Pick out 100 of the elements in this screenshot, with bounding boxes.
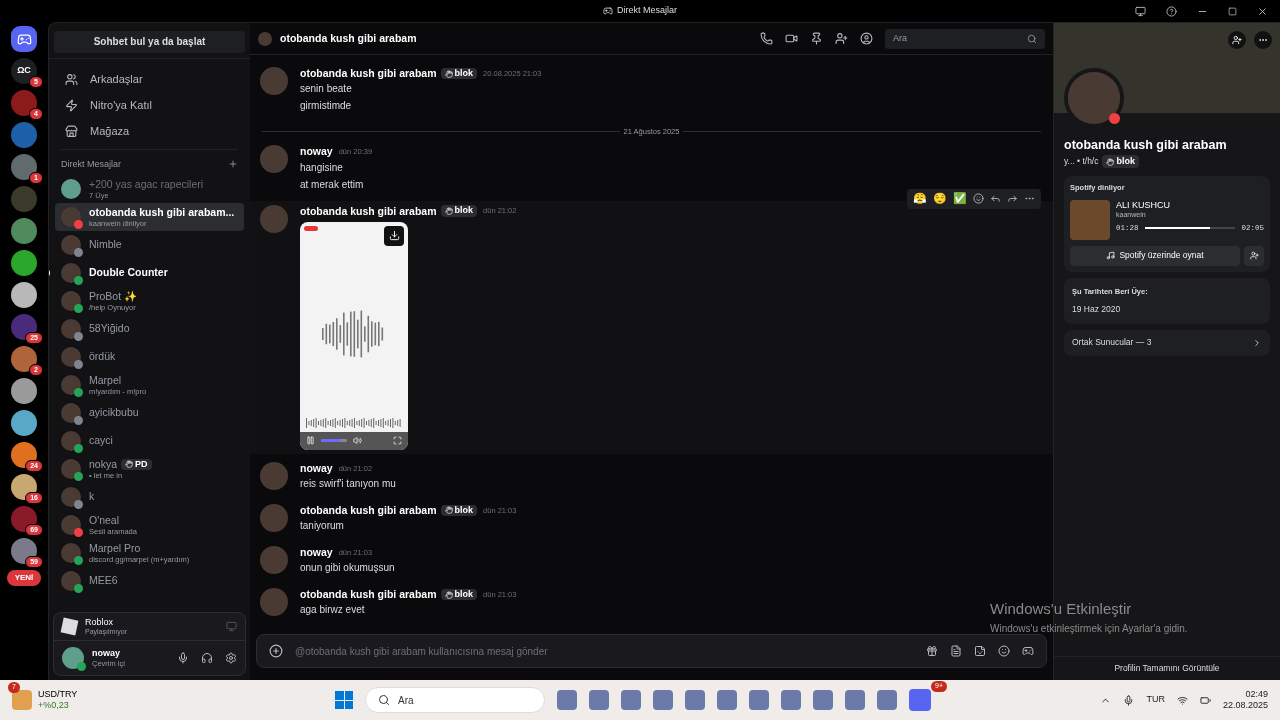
more-button[interactable] bbox=[1254, 31, 1272, 49]
gamepad-icon[interactable] bbox=[1022, 645, 1034, 657]
search-field[interactable]: Ara bbox=[885, 28, 1045, 49]
reaction-button[interactable]: 😤 bbox=[913, 190, 927, 207]
nav-item[interactable]: Mağaza bbox=[57, 118, 242, 145]
taskbar-app-icon[interactable] bbox=[557, 690, 577, 710]
maximize-icon[interactable] bbox=[1228, 6, 1237, 16]
taskbar-app-icon[interactable] bbox=[621, 690, 641, 710]
avatar bbox=[260, 67, 288, 95]
add-icon[interactable] bbox=[228, 159, 238, 170]
view-full-profile-link[interactable]: Profilin Tamamını Görüntüle bbox=[1114, 662, 1220, 675]
download-button[interactable] bbox=[384, 225, 404, 246]
member-since-date: 19 Haz 2020 bbox=[1072, 302, 1122, 316]
dm-item[interactable]: k bbox=[55, 483, 244, 511]
search-button[interactable]: Sohbet bul ya da başlat bbox=[54, 30, 245, 53]
help-icon[interactable] bbox=[1166, 5, 1177, 17]
taskbar-app-icon[interactable] bbox=[685, 690, 705, 710]
pause-icon[interactable] bbox=[306, 436, 315, 446]
hand-icon bbox=[1106, 157, 1115, 166]
author-name[interactable]: otobanda kush gibi arabam bbox=[300, 503, 437, 517]
fullscreen-icon[interactable] bbox=[393, 436, 402, 446]
close-icon[interactable] bbox=[1257, 5, 1268, 17]
add-reaction-icon[interactable] bbox=[973, 193, 984, 204]
reaction-button[interactable]: 😌 bbox=[933, 190, 947, 207]
author-name[interactable]: noway bbox=[300, 545, 333, 559]
language-indicator[interactable]: TUR bbox=[1146, 693, 1165, 707]
dm-item[interactable]: MEE6 bbox=[55, 567, 244, 595]
server-icon[interactable] bbox=[11, 410, 37, 436]
avatar bbox=[61, 179, 81, 199]
dm-name: ördük bbox=[89, 350, 116, 364]
volume-icon[interactable] bbox=[353, 436, 362, 446]
taskbar-search[interactable]: Ara bbox=[365, 687, 545, 713]
video-call-icon[interactable] bbox=[785, 32, 798, 45]
dm-item[interactable]: ördük bbox=[55, 343, 244, 371]
dm-item[interactable]: cayci bbox=[55, 427, 244, 455]
server-icon[interactable] bbox=[11, 506, 37, 532]
pin-icon[interactable] bbox=[810, 32, 823, 45]
dm-item[interactable]: ayicikbubu bbox=[55, 399, 244, 427]
phone-icon[interactable] bbox=[760, 32, 773, 45]
headphones-icon[interactable] bbox=[201, 652, 213, 664]
taskbar-app-icon[interactable] bbox=[589, 690, 609, 710]
activation-text: Windows'u etkinleştirmek için Ayarlar'a gidin. bbox=[990, 621, 1188, 636]
message-text: aga birwz evet bbox=[300, 603, 366, 618]
attach-icon[interactable] bbox=[269, 644, 283, 658]
profile-icon[interactable] bbox=[860, 32, 873, 45]
sticker-icon[interactable] bbox=[974, 645, 986, 657]
taskbar-app-icon[interactable] bbox=[877, 690, 897, 710]
server-icon[interactable] bbox=[11, 538, 37, 564]
author-name[interactable]: noway bbox=[300, 461, 333, 475]
author-name[interactable]: noway bbox=[300, 145, 333, 159]
reply-icon[interactable] bbox=[990, 193, 1001, 204]
author-name[interactable]: otobanda kush gibi arabam bbox=[300, 588, 437, 602]
taskbar-app-icon[interactable] bbox=[749, 690, 769, 710]
server-icon[interactable] bbox=[11, 378, 37, 404]
server-icon[interactable] bbox=[11, 314, 37, 340]
dm-item[interactable]: Double Counter bbox=[55, 259, 244, 287]
invite-button[interactable] bbox=[1244, 245, 1264, 266]
video-player[interactable] bbox=[300, 221, 408, 450]
taskbar-app-icon[interactable] bbox=[845, 690, 865, 710]
gift-icon[interactable] bbox=[926, 645, 938, 657]
dm-name: Marpel Pro bbox=[89, 541, 141, 555]
dm-name: Double Counter bbox=[89, 266, 168, 280]
chevron-right-icon bbox=[1252, 337, 1262, 348]
message-input[interactable]: @otobanda kush gibi arabam kullanıcısına mesaj gönder bbox=[256, 634, 1047, 668]
server-icon[interactable] bbox=[11, 474, 37, 500]
hand-icon bbox=[444, 506, 453, 515]
add-friend-button[interactable] bbox=[1228, 31, 1246, 49]
server-icon[interactable] bbox=[11, 250, 37, 276]
microphone-icon[interactable] bbox=[177, 652, 189, 664]
mutual-servers-row[interactable]: Ortak Sunucular — 3 bbox=[1064, 329, 1270, 356]
nav-item[interactable]: Nitro'ya Katıl bbox=[57, 92, 242, 119]
author-name[interactable]: otobanda kush gibi arabam bbox=[300, 204, 437, 218]
server-icon[interactable] bbox=[11, 442, 37, 468]
settings-icon[interactable] bbox=[225, 652, 237, 664]
dm-item[interactable]: Nimble bbox=[55, 231, 244, 259]
windows-start-icon[interactable] bbox=[335, 691, 353, 709]
new-pill[interactable]: YENİ bbox=[6, 570, 42, 586]
server-icon[interactable] bbox=[11, 282, 37, 308]
author-name[interactable]: otobanda kush gibi arabam bbox=[300, 67, 437, 81]
microphone-icon[interactable] bbox=[1123, 694, 1135, 706]
spotify-play-button[interactable]: Spotify üzerinde oynat bbox=[1070, 245, 1240, 266]
avatar bbox=[260, 545, 288, 574]
dm-item[interactable]: 58Yiğido bbox=[55, 315, 244, 343]
emoji-icon[interactable] bbox=[998, 645, 1010, 657]
battery-icon[interactable] bbox=[1199, 694, 1211, 706]
forward-icon[interactable] bbox=[1007, 193, 1018, 204]
reaction-button[interactable]: ✅ bbox=[953, 190, 967, 207]
taskbar-app-icon[interactable] bbox=[813, 690, 833, 710]
clock-time[interactable]: 02:49 bbox=[1245, 688, 1268, 700]
taskbar-app-icon[interactable] bbox=[653, 690, 673, 710]
wifi-icon[interactable] bbox=[1176, 694, 1188, 706]
add-user-icon[interactable] bbox=[835, 32, 848, 45]
volume-slider[interactable] bbox=[321, 439, 347, 443]
taskbar-app-icon[interactable] bbox=[781, 690, 801, 710]
search-icon bbox=[1027, 33, 1037, 44]
clock-date[interactable]: 22.08.2025 bbox=[1222, 700, 1268, 712]
taskbar-app-icon[interactable] bbox=[717, 690, 737, 710]
nav-item[interactable]: Arkadaşlar bbox=[57, 66, 242, 93]
taskbar-app-icon[interactable] bbox=[909, 689, 931, 711]
avatar bbox=[61, 375, 81, 395]
